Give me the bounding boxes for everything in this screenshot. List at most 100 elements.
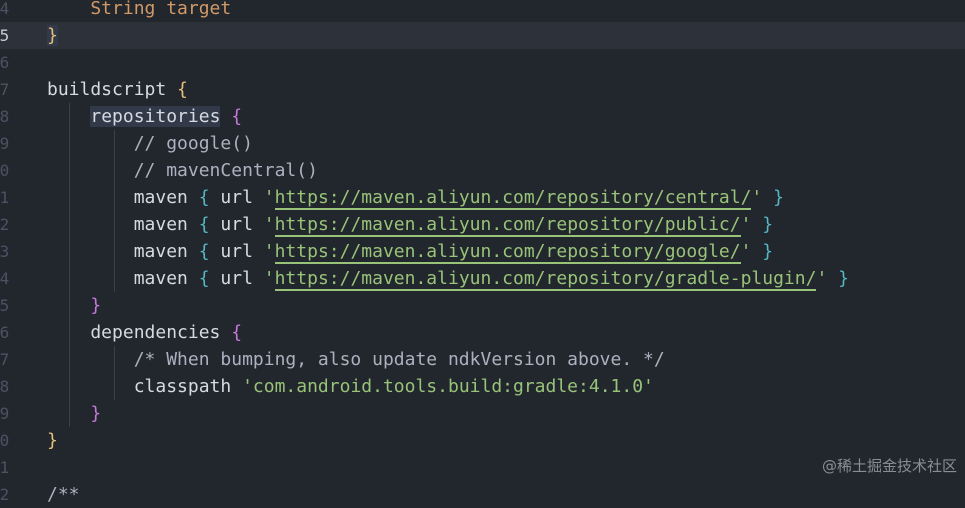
line-number-text: 72 (0, 485, 10, 504)
line-number-text: 58 (0, 107, 10, 126)
code-token: } (90, 295, 102, 316)
line-number: 59 (0, 130, 40, 157)
code-text: dependencies { (47, 319, 242, 346)
line-number: 71 (0, 454, 40, 481)
code-line[interactable]: 59 // google() (0, 130, 965, 157)
url-link[interactable]: https://maven.aliyun.com/repository/cent… (274, 187, 752, 210)
line-number: 61 (0, 184, 40, 211)
line-number: 68 (0, 373, 40, 400)
code-text: buildscript { (47, 76, 188, 103)
code-line[interactable]: 61 maven { url 'https://maven.aliyun.com… (0, 184, 965, 211)
line-number-text: 68 (0, 377, 10, 396)
code-line[interactable]: 68 classpath 'com.android.tools.build:gr… (0, 373, 965, 400)
line-number-text: 69 (0, 404, 10, 423)
line-number-text: 62 (0, 215, 10, 234)
code-token: } (838, 268, 849, 289)
code-token: ' (751, 187, 763, 208)
code-token: } (47, 430, 58, 451)
line-number-text: 60 (0, 161, 10, 180)
line-number-text: 66 (0, 323, 10, 342)
code-line[interactable]: 57 buildscript { (0, 76, 965, 103)
line-number-text: 61 (0, 188, 10, 207)
line-number: 66 (0, 319, 40, 346)
code-line[interactable]: 72 /** (0, 481, 965, 508)
line-number: 70 (0, 427, 40, 454)
url-link[interactable]: https://maven.aliyun.com/repository/grad… (274, 268, 817, 291)
line-number: 62 (0, 211, 40, 238)
line-number-text: 64 (0, 269, 10, 288)
code-line[interactable]: 62 maven { url 'https://maven.aliyun.com… (0, 211, 965, 238)
line-number: 72 (0, 481, 40, 508)
code-token: ' (816, 268, 828, 289)
code-token: maven (47, 187, 199, 208)
code-line[interactable]: 69 } (0, 400, 965, 427)
code-token: } (773, 187, 784, 208)
code-text: /** (47, 481, 80, 508)
code-line[interactable]: 63 maven { url 'https://maven.aliyun.com… (0, 238, 965, 265)
code-text: } (47, 400, 101, 427)
code-line[interactable]: 70} (0, 427, 965, 454)
code-line[interactable]: 58 repositories { (0, 103, 965, 130)
code-token: repositories (90, 106, 221, 127)
code-token: url (209, 214, 264, 235)
line-number: 67 (0, 346, 40, 373)
code-text: maven { url 'https://maven.aliyun.com/re… (47, 184, 784, 211)
code-token: } (762, 241, 774, 262)
line-number-text: 63 (0, 242, 10, 261)
url-link[interactable]: https://maven.aliyun.com/repository/publ… (274, 214, 741, 237)
code-text: } (47, 427, 58, 454)
code-token: } (762, 214, 774, 235)
code-token: classpath (47, 376, 243, 397)
line-number-text: 70 (0, 431, 10, 450)
code-token: maven (47, 214, 199, 235)
line-number-text: 65 (0, 296, 10, 315)
code-text: maven { url 'https://maven.aliyun.com/re… (47, 265, 849, 292)
code-token: maven (47, 268, 199, 289)
line-number: 58 (0, 103, 40, 130)
code-token: { (231, 322, 243, 343)
code-token: // mavenCentral() (47, 160, 318, 181)
code-line[interactable]: 64 maven { url 'https://maven.aliyun.com… (0, 265, 965, 292)
code-text: maven { url 'https://maven.aliyun.com/re… (47, 211, 773, 238)
url-link[interactable]: https://maven.aliyun.com/repository/goog… (274, 241, 741, 264)
code-token: { (231, 106, 243, 127)
code-token: /* When bumping, also update ndkVersion … (47, 349, 665, 370)
code-token: ' (263, 187, 275, 208)
code-line[interactable]: 71 (0, 454, 965, 481)
code-line[interactable]: 56 (0, 49, 965, 76)
code-line[interactable]: 54 String target (0, 0, 965, 22)
code-token: ' (263, 214, 275, 235)
code-token: } (90, 403, 102, 424)
line-number: 56 (0, 49, 40, 76)
code-token: url (209, 241, 264, 262)
code-text: /* When bumping, also update ndkVersion … (47, 346, 665, 373)
code-text: // mavenCentral() (47, 157, 318, 184)
code-token: 'com.android.tools.build:gradle:4.1.0' (242, 376, 654, 397)
line-number-text: 59 (0, 134, 10, 153)
code-token: { (198, 241, 210, 262)
line-number: 60 (0, 157, 40, 184)
code-token: { (198, 214, 210, 235)
code-line[interactable]: 60 // mavenCentral() (0, 157, 965, 184)
code-text: String target (47, 0, 231, 22)
code-line[interactable]: 55} (0, 22, 965, 49)
line-number-text: 67 (0, 350, 10, 369)
code-line[interactable]: 66 dependencies { (0, 319, 965, 346)
code-token: buildscript (47, 79, 178, 100)
code-token: dependencies (47, 322, 232, 343)
code-token: } (47, 25, 58, 46)
code-token: ' (740, 241, 752, 262)
code-token: url (209, 268, 264, 289)
code-editor[interactable]: 54 String target55}5657buildscript {58 r… (0, 0, 965, 505)
code-line[interactable]: 65 } (0, 292, 965, 319)
code-text: // google() (47, 130, 253, 157)
line-number-text: 56 (0, 53, 10, 72)
code-line[interactable]: 67 /* When bumping, also update ndkVersi… (0, 346, 965, 373)
line-number: 54 (0, 0, 40, 22)
code-text: maven { url 'https://maven.aliyun.com/re… (47, 238, 773, 265)
